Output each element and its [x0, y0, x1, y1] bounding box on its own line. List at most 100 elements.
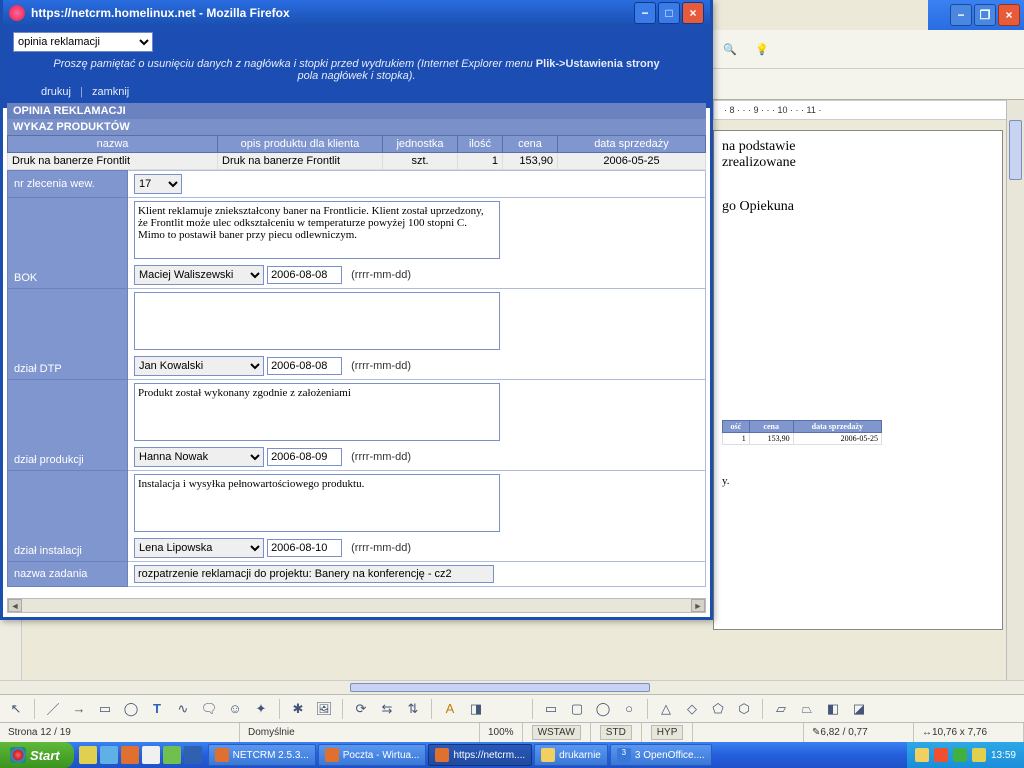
ql-icon-4[interactable]: [142, 746, 160, 764]
tray-sun-icon[interactable]: [972, 748, 986, 762]
points-icon[interactable]: ✦: [251, 699, 271, 719]
status-std[interactable]: STD: [600, 725, 632, 740]
dtp-date-input[interactable]: [267, 357, 342, 375]
section-title-opinion: OPINIA REKLAMACJI: [7, 103, 706, 119]
search-icon[interactable]: 🔍: [719, 38, 741, 60]
background-mini-table: ość cena data sprzedaży 1 153,90 2006-05…: [722, 420, 994, 487]
restore-button[interactable]: ❐: [974, 4, 996, 26]
start-button[interactable]: Start: [0, 742, 74, 768]
installation-person-select[interactable]: Lena Lipowska: [134, 538, 264, 558]
fontwork-icon[interactable]: ✱: [288, 699, 308, 719]
bok-person-select[interactable]: Maciej Waliszewski: [134, 265, 264, 285]
bok-comment[interactable]: Klient reklamuje zniekształcony baner na…: [134, 201, 500, 259]
status-zoom[interactable]: 100%: [480, 723, 523, 742]
installation-comment[interactable]: Instalacja i wysyłka pełnowartościowego …: [134, 474, 500, 532]
dtp-person-select[interactable]: Jan Kowalski: [134, 356, 264, 376]
basic-hexagon-icon[interactable]: ⬡: [734, 699, 754, 719]
basic-roundrect-icon[interactable]: ▢: [567, 699, 587, 719]
status-style: Domyślnie: [240, 723, 480, 742]
windows-logo-icon: [10, 747, 26, 763]
tray-icon[interactable]: [953, 748, 967, 762]
production-person-select[interactable]: Hanna Nowak: [134, 447, 264, 467]
ql-icon-6[interactable]: [184, 746, 202, 764]
taskbar-item[interactable]: NETCRM 2.5.3...: [208, 744, 316, 766]
scroll-left-arrow[interactable]: ◄: [8, 599, 22, 612]
arrow-icon[interactable]: →: [69, 699, 89, 719]
ff-maximize-button[interactable]: □: [658, 2, 680, 24]
section-label-production: dział produkcji: [8, 380, 128, 471]
ql-icon-1[interactable]: [79, 746, 97, 764]
fontwork2-icon[interactable]: A: [440, 699, 460, 719]
ql-icon-5[interactable]: [163, 746, 181, 764]
background-document: na podstawie zrealizowane go Opiekuna oś…: [713, 130, 1003, 630]
print-hint: Proszę pamiętać o usunięciu danych z nag…: [53, 58, 660, 82]
background-scrollbar-vertical[interactable]: [1006, 100, 1024, 680]
taskbar: Start NETCRM 2.5.3... Poczta - Wirtua...…: [0, 742, 1024, 768]
text-icon[interactable]: T: [147, 699, 167, 719]
pointer-icon[interactable]: ↖: [6, 699, 26, 719]
basic-parallelogram-icon[interactable]: ▱: [771, 699, 791, 719]
status-hyp[interactable]: HYP: [651, 725, 684, 740]
installation-date-input[interactable]: [267, 539, 342, 557]
production-date-input[interactable]: [267, 448, 342, 466]
scroll-right-arrow[interactable]: ►: [691, 599, 705, 612]
report-type-select[interactable]: opinia reklamacji: [13, 32, 153, 52]
taskbar-item-active[interactable]: https://netcrm....: [428, 744, 532, 766]
dtp-comment[interactable]: [134, 292, 500, 350]
task-name-input[interactable]: [134, 565, 494, 583]
rotate-icon[interactable]: ⟳: [351, 699, 371, 719]
order-number-label: nr zlecenia wew.: [8, 171, 128, 198]
section-label-bok: BOK: [8, 198, 128, 289]
callout-icon[interactable]: 🗨: [199, 699, 219, 719]
firefox-window: https://netcrm.homelinux.net - Mozilla F…: [0, 0, 713, 620]
firefox-horizontal-scrollbar[interactable]: ◄ ►: [7, 598, 706, 613]
basic-cylinder-icon[interactable]: ◧: [823, 699, 843, 719]
basic-cube-icon[interactable]: ◪: [849, 699, 869, 719]
extrude-icon[interactable]: ◨: [466, 699, 486, 719]
firefox-title-text: https://netcrm.homelinux.net - Mozilla F…: [31, 6, 290, 20]
print-link[interactable]: drukuj: [41, 86, 71, 98]
minimize-button[interactable]: −: [950, 4, 972, 26]
status-insert[interactable]: WSTAW: [532, 725, 581, 740]
basic-trapezoid-icon[interactable]: ⏢: [797, 699, 817, 719]
shapes-icon[interactable]: ☺: [225, 699, 245, 719]
arrange-icon[interactable]: ⇅: [403, 699, 423, 719]
line-icon[interactable]: ／: [43, 699, 63, 719]
basic-diamond-icon[interactable]: ◇: [682, 699, 702, 719]
image-icon[interactable]: 🖼: [314, 699, 334, 719]
date-format-hint: (rrrr-mm-dd): [351, 269, 411, 281]
tray-icon[interactable]: [915, 748, 929, 762]
task-name-label: nazwa zadania: [8, 562, 128, 587]
basic-rect-icon[interactable]: ▭: [541, 699, 561, 719]
basic-ellipse-icon[interactable]: ◯: [593, 699, 613, 719]
taskbar-item[interactable]: 33 OpenOffice....: [610, 744, 712, 766]
align-icon[interactable]: ⇆: [377, 699, 397, 719]
section-label-dtp: dział DTP: [8, 289, 128, 380]
ellipse-icon[interactable]: ◯: [121, 699, 141, 719]
basic-triangle-icon[interactable]: △: [656, 699, 676, 719]
production-comment[interactable]: Produkt został wykonany zgodnie z założe…: [134, 383, 500, 441]
status-page: Strona 12 / 19: [0, 723, 240, 742]
basic-circle-icon[interactable]: ○: [619, 699, 639, 719]
taskbar-item[interactable]: drukarnie: [534, 744, 608, 766]
background-window-titlebar: − ❐ ×: [928, 0, 1024, 30]
basic-pentagon-icon[interactable]: ⬠: [708, 699, 728, 719]
firefox-titlebar: https://netcrm.homelinux.net - Mozilla F…: [3, 0, 710, 26]
ff-close-button[interactable]: ×: [682, 2, 704, 24]
drawing-toolbar: ↖ ／ → ▭ ◯ T ∿ 🗨 ☺ ✦ ✱ 🖼 ⟳ ⇆ ⇅ A ◨ ▭ ▢ ◯ …: [0, 694, 1024, 722]
help-icon[interactable]: 💡: [751, 38, 773, 60]
close-link[interactable]: zamknij: [92, 86, 129, 98]
ff-minimize-button[interactable]: −: [634, 2, 656, 24]
taskbar-item[interactable]: Poczta - Wirtua...: [318, 744, 427, 766]
rect-icon[interactable]: ▭: [95, 699, 115, 719]
ql-icon-3[interactable]: [121, 746, 139, 764]
tray-icon[interactable]: [934, 748, 948, 762]
close-button[interactable]: ×: [998, 4, 1020, 26]
bok-date-input[interactable]: [267, 266, 342, 284]
ql-icon-2[interactable]: [100, 746, 118, 764]
section-title-products: WYKAZ PRODUKTÓW: [7, 119, 706, 135]
background-scrollbar-horizontal[interactable]: [0, 680, 1024, 694]
curve-icon[interactable]: ∿: [173, 699, 193, 719]
order-number-select[interactable]: 17: [134, 174, 182, 194]
opinion-form: nr zlecenia wew. 17 BOK Klient reklamuje…: [7, 170, 706, 587]
